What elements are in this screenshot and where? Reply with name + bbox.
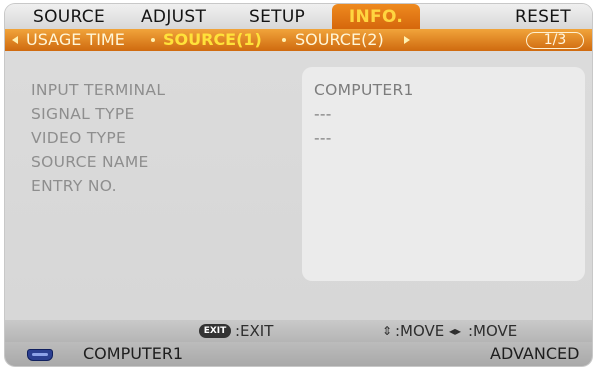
label-video-type: VIDEO TYPE	[31, 129, 127, 147]
subtab-source-1[interactable]: SOURCE(1)	[163, 29, 262, 51]
label-entry-no: ENTRY NO.	[31, 177, 117, 195]
main-menu-tabs: SOURCE ADJUST SETUP INFO. RESET	[5, 4, 592, 29]
tab-reset[interactable]: RESET	[515, 4, 571, 29]
tab-adjust[interactable]: ADJUST	[141, 4, 206, 29]
tab-source[interactable]: SOURCE	[33, 4, 105, 29]
up-down-arrows-icon: ⇕	[382, 324, 393, 338]
help-bar: EXIT :EXIT ⇕ :MOVE ◂▸ :MOVE	[5, 320, 592, 342]
help-exit: :EXIT	[235, 322, 274, 340]
status-bar: COMPUTER1 ADVANCED	[5, 342, 592, 366]
value-input-terminal: COMPUTER1	[314, 81, 414, 99]
subtab-usage-time[interactable]: USAGE TIME	[26, 29, 125, 51]
left-arrow-icon[interactable]	[12, 36, 18, 44]
status-menu-mode: ADVANCED	[490, 344, 580, 363]
left-right-arrows-icon: ◂▸	[449, 324, 462, 338]
exit-button-icon: EXIT	[199, 324, 231, 338]
label-input-terminal: INPUT TERMINAL	[31, 81, 166, 99]
page-indicator: 1/3	[526, 32, 584, 49]
separator-dot-icon	[282, 38, 286, 42]
tab-setup[interactable]: SETUP	[249, 4, 305, 29]
submenu-tabs: USAGE TIME SOURCE(1) SOURCE(2) 1/3	[5, 29, 592, 51]
status-source: COMPUTER1	[83, 344, 184, 363]
info-values-panel	[302, 67, 585, 281]
vga-connector-icon	[27, 349, 53, 361]
label-signal-type: SIGNAL TYPE	[31, 105, 135, 123]
separator-dot-icon	[151, 38, 155, 42]
right-arrow-icon[interactable]	[404, 36, 410, 44]
osd-menu-window: SOURCE ADJUST SETUP INFO. RESET USAGE TI…	[5, 4, 592, 366]
value-video-type: ---	[314, 129, 332, 147]
subtab-source-2[interactable]: SOURCE(2)	[295, 29, 384, 51]
tab-info[interactable]: INFO.	[332, 4, 420, 29]
label-source-name: SOURCE NAME	[31, 153, 149, 171]
help-move-horizontal: :MOVE	[468, 322, 518, 340]
value-signal-type: ---	[314, 105, 332, 123]
help-move-vertical: :MOVE	[395, 322, 445, 340]
